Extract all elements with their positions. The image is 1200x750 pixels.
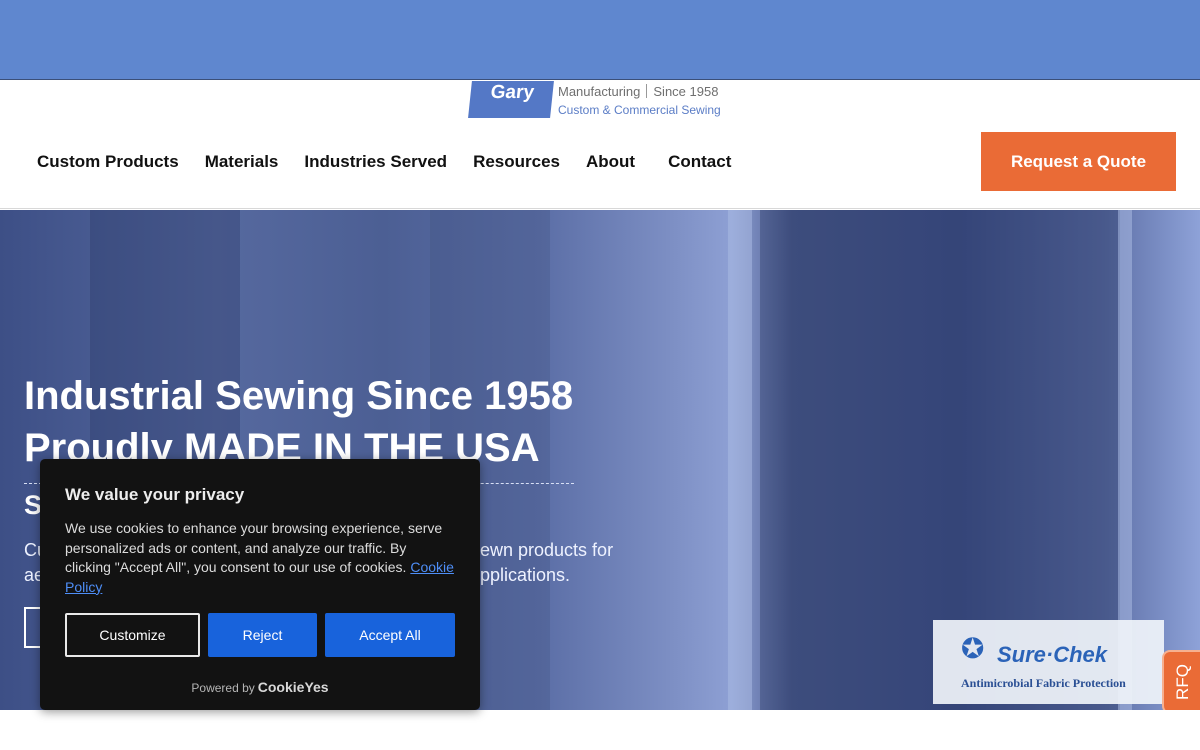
cookie-message: We use cookies to enhance your browsing … — [65, 519, 455, 597]
nav-custom-products[interactable]: Custom Products — [37, 152, 179, 172]
site-header: Gary Manufacturing Since 1958 Custom & Co… — [0, 81, 1200, 209]
cookie-title: We value your privacy — [65, 485, 245, 504]
hero-text-end-2: pplications. — [480, 565, 571, 585]
cookie-message-text: We use cookies to enhance your browsing … — [65, 520, 443, 575]
customize-button[interactable]: Customize — [65, 613, 200, 657]
sure-chek-tagline: Antimicrobial Fabric Protection — [961, 676, 1126, 690]
logo-manufacturing: Manufacturing — [558, 84, 641, 99]
accept-all-button[interactable]: Accept All — [325, 613, 455, 657]
powered-by-label: Powered by — [191, 681, 255, 695]
main-nav: Custom Products Materials Industries Ser… — [37, 152, 731, 172]
nav-contact[interactable]: Contact — [668, 152, 731, 172]
logo-separator — [646, 84, 648, 98]
hero-bg-pole — [728, 210, 752, 710]
request-quote-button[interactable]: Request a Quote — [981, 132, 1176, 191]
sure-chek-badge[interactable]: ✪ Sure·Chek Antimicrobial Fabric Protect… — [933, 620, 1164, 704]
cookie-consent-dialog: We value your privacy We use cookies to … — [40, 459, 480, 710]
sure-chek-name: Sure·Chek — [997, 642, 1108, 667]
site-logo[interactable]: Gary Manufacturing Since 1958 Custom & Co… — [468, 81, 740, 121]
hero-title-line1: Industrial Sewing Since 1958 — [24, 374, 574, 418]
top-banner — [0, 0, 1200, 80]
logo-since: Since 1958 — [653, 84, 719, 99]
hero-text-end: ewn products for — [480, 540, 614, 560]
logo-badge: Gary — [468, 81, 554, 118]
logo-badge-text: Gary — [489, 82, 536, 103]
reject-button[interactable]: Reject — [208, 613, 317, 657]
nav-materials[interactable]: Materials — [205, 152, 279, 172]
cookieyes-logo[interactable]: CookieYes — [258, 679, 329, 695]
nav-about[interactable]: About — [586, 152, 635, 172]
sure-chek-icon: ✪ — [961, 633, 985, 664]
powered-by: Powered by CookieYes — [40, 679, 480, 695]
nav-resources[interactable]: Resources — [473, 152, 560, 172]
rfq-label: RFQ — [1172, 664, 1192, 700]
rfq-tab[interactable]: RFQ — [1162, 650, 1200, 710]
logo-subtitle: Custom & Commercial Sewing — [558, 103, 721, 117]
page-bottom — [0, 710, 1200, 750]
logo-tagline: Manufacturing Since 1958 — [558, 84, 718, 99]
nav-industries-served[interactable]: Industries Served — [304, 152, 447, 172]
